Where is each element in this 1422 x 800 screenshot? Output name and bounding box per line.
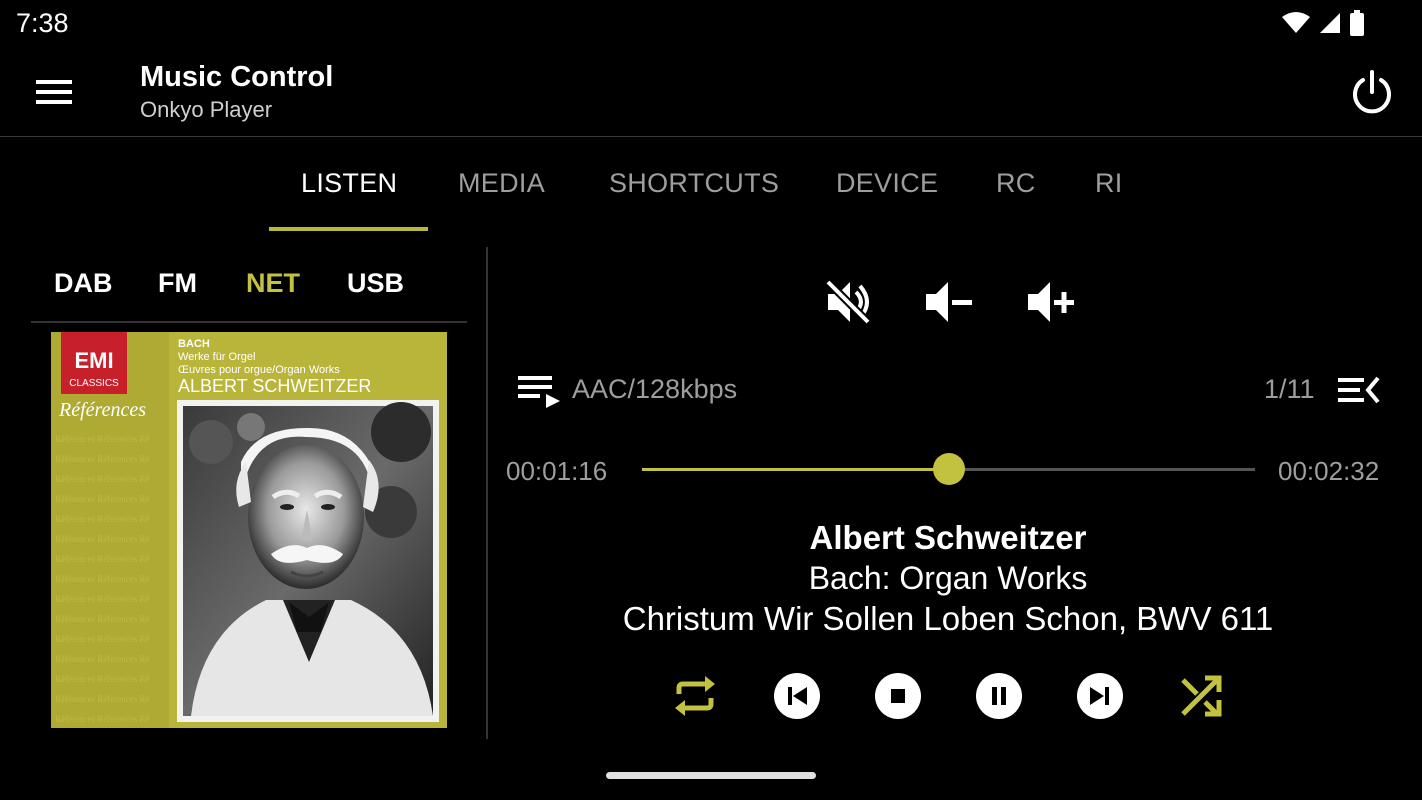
mute-icon: [825, 279, 871, 325]
source-tab-dab[interactable]: DAB: [54, 268, 113, 299]
svg-text:Références Références Ré: Références Références Ré: [55, 574, 149, 584]
svg-text:Références Références Ré: Références Références Ré: [55, 454, 149, 464]
track-title: Christum Wir Sollen Loben Schon, BWV 611: [622, 600, 1274, 637]
elapsed-time: 00:01:16: [506, 456, 608, 486]
references-label: Références: [58, 399, 146, 421]
volume-down-icon: [926, 282, 972, 322]
artist-name: Albert Schweitzer: [809, 519, 1087, 556]
svg-text:Références Références Ré: Références Références Ré: [55, 514, 149, 524]
stop-button[interactable]: [874, 672, 922, 720]
svg-text:Références Références Ré: Références Références Ré: [55, 614, 149, 624]
audio-format: AAC/128kbps: [572, 374, 738, 404]
app-title: Music Control: [140, 61, 334, 93]
svg-text:Références Références Ré: Références Références Ré: [55, 494, 149, 504]
power-button[interactable]: [1348, 68, 1396, 116]
status-icons: [1282, 10, 1364, 36]
svg-text:Références Références Ré: Références Références Ré: [55, 534, 149, 544]
tab-device[interactable]: DEVICE: [836, 168, 938, 199]
next-icon: [1077, 673, 1123, 719]
svg-text:Références Références Ré: Références Références Ré: [55, 714, 149, 724]
shuffle-button[interactable]: [1177, 672, 1225, 720]
wifi-icon: [1282, 12, 1310, 33]
cover-performer: ALBERT SCHWEITZER: [178, 376, 371, 396]
stop-icon: [875, 673, 921, 719]
track-position: 1/11: [1264, 374, 1315, 404]
tab-media[interactable]: MEDIA: [458, 168, 545, 199]
volume-up-icon: [1028, 282, 1074, 322]
volume-down-button[interactable]: [922, 276, 974, 328]
mute-button[interactable]: [822, 276, 874, 328]
menu-button[interactable]: [34, 74, 74, 110]
seek-thumb[interactable]: [932, 453, 965, 485]
seek-bar[interactable]: [642, 453, 1255, 485]
playlist-play-icon: [516, 372, 562, 408]
panel-divider: [486, 247, 488, 739]
emi-label: EMI: [74, 348, 113, 373]
tab-shortcuts[interactable]: SHORTCUTS: [609, 168, 779, 199]
pause-icon: [976, 673, 1022, 719]
battery-icon: [1350, 10, 1364, 36]
source-tab-fm[interactable]: FM: [158, 268, 197, 299]
svg-text:Références Références Ré: Références Références Ré: [55, 594, 149, 604]
appbar-divider: [0, 136, 1422, 137]
cover-work-fr-en: Œuvres pour orgue/Organ Works: [178, 364, 340, 376]
cover-work-de: Werke für Orgel: [178, 351, 255, 363]
seek-progress: [642, 468, 949, 471]
album-name: Bach: Organ Works: [808, 560, 1088, 596]
volume-up-button[interactable]: [1024, 276, 1076, 328]
repeat-icon: [675, 676, 715, 716]
cover-composer: BACH: [178, 338, 210, 350]
classics-label: CLASSICS: [69, 378, 119, 389]
app-subtitle: Onkyo Player: [140, 97, 273, 122]
status-time: 7:38: [16, 8, 69, 38]
total-time: 00:02:32: [1278, 456, 1380, 486]
next-button[interactable]: [1076, 672, 1124, 720]
tab-ri[interactable]: RI: [1095, 168, 1123, 199]
menu-icon: [36, 80, 72, 104]
source-tab-net[interactable]: NET: [246, 268, 300, 299]
track-list-button[interactable]: [1336, 372, 1380, 408]
tab-rc[interactable]: RC: [996, 168, 1036, 199]
previous-button[interactable]: [773, 672, 821, 720]
power-icon: [1353, 70, 1391, 114]
tab-listen[interactable]: LISTEN: [301, 168, 397, 199]
tab-indicator: [269, 227, 428, 231]
svg-text:Références Références Ré: Références Références Ré: [55, 694, 149, 704]
svg-text:Références Références Ré: Références Références Ré: [55, 434, 149, 444]
gesture-nav-handle[interactable]: [606, 772, 816, 779]
cellular-signal-icon: [1320, 13, 1340, 33]
pause-button[interactable]: [975, 672, 1023, 720]
svg-text:Références Références Ré: Références Références Ré: [55, 654, 149, 664]
svg-text:Références Références Ré: Références Références Ré: [55, 474, 149, 484]
svg-text:Références Références Ré: Références Références Ré: [55, 634, 149, 644]
track-list-icon: [1338, 376, 1380, 404]
svg-text:Références Références Ré: Références Références Ré: [55, 554, 149, 564]
repeat-button[interactable]: [671, 672, 719, 720]
previous-icon: [774, 673, 820, 719]
source-tab-usb[interactable]: USB: [347, 268, 404, 299]
album-art: Références Références Ré Références Réfé…: [51, 332, 447, 728]
svg-text:Références Références Ré: Références Références Ré: [55, 674, 149, 684]
source-divider: [31, 321, 467, 323]
shuffle-icon: [1181, 675, 1222, 717]
